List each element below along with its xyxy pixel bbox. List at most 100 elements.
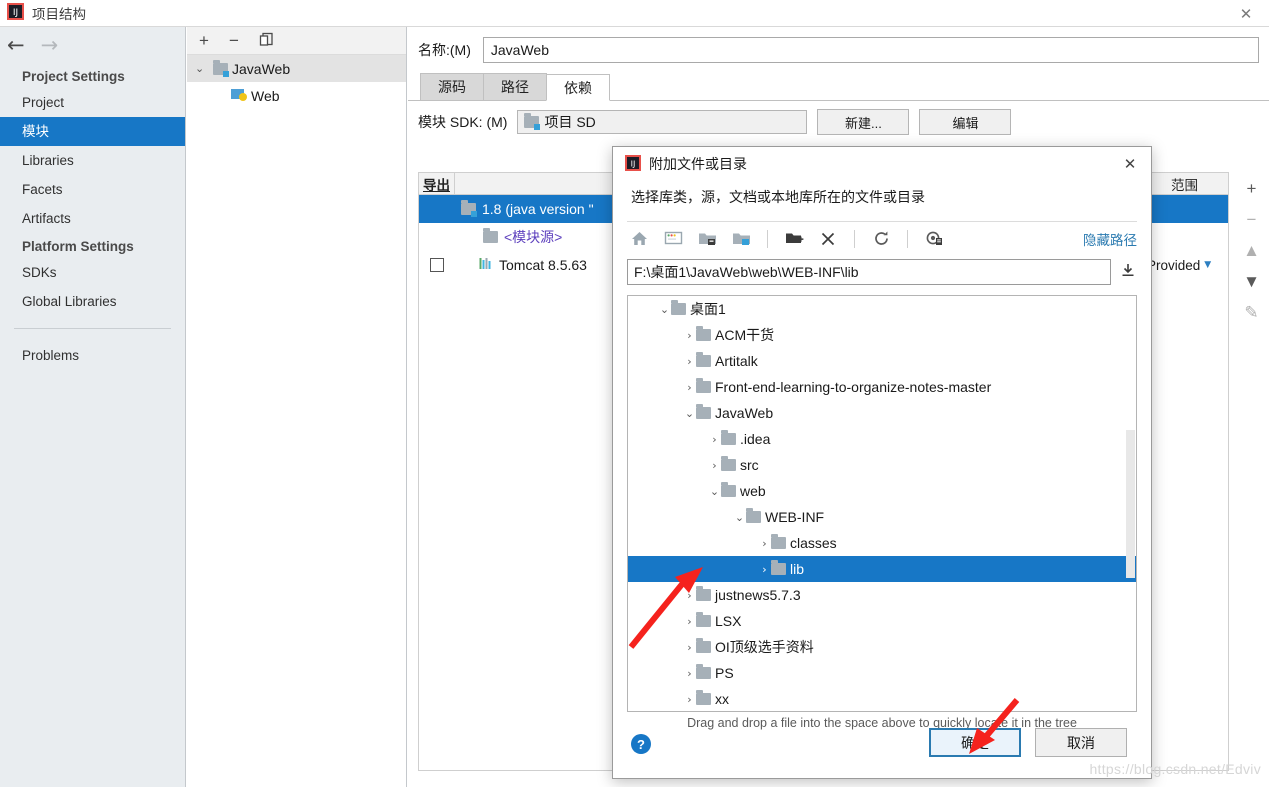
module-folder-icon bbox=[213, 59, 229, 77]
export-checkbox-cell[interactable] bbox=[419, 258, 455, 272]
tree-row-desktop1[interactable]: ⌄ 桌面1 bbox=[628, 296, 1136, 322]
copy-module-icon[interactable] bbox=[259, 32, 274, 50]
tree-row-javaweb[interactable]: ⌄ JavaWeb bbox=[628, 400, 1136, 426]
new-sdk-button[interactable]: 新建... bbox=[817, 109, 910, 135]
folder-icon bbox=[696, 404, 711, 419]
column-header-scope[interactable]: 范围 bbox=[1141, 173, 1228, 194]
desktop-icon[interactable] bbox=[661, 227, 685, 251]
tree-row-frontend-notes[interactable]: › Front-end-learning-to-organize-notes-m… bbox=[628, 374, 1136, 400]
sdk-folder-icon bbox=[524, 113, 541, 130]
tab-sources[interactable]: 源码 bbox=[420, 73, 484, 100]
chevron-right-icon[interactable]: › bbox=[708, 433, 721, 446]
intellij-idea-icon: IJ bbox=[625, 154, 641, 174]
tree-row-idea[interactable]: › .idea bbox=[628, 426, 1136, 452]
forward-arrow-icon[interactable]: → bbox=[41, 34, 59, 56]
chevron-down-icon[interactable]: ⌄ bbox=[195, 62, 213, 75]
module-sdk-value: 项目 SD bbox=[544, 114, 596, 130]
column-header-export[interactable]: 导出 bbox=[419, 173, 455, 194]
chevron-right-icon[interactable]: › bbox=[758, 537, 771, 550]
chevron-down-icon[interactable]: ⌄ bbox=[708, 485, 721, 498]
module-sdk-select[interactable]: 项目 SD bbox=[517, 110, 808, 134]
window-close-button[interactable]: ✕ bbox=[1223, 0, 1269, 27]
folder-icon bbox=[771, 534, 786, 549]
library-icon bbox=[479, 257, 493, 273]
sidebar-item-problems[interactable]: Problems bbox=[0, 341, 185, 370]
sidebar-item-facets[interactable]: Facets bbox=[0, 175, 185, 204]
dialog-titlebar: IJ 附加文件或目录 ✕ bbox=[613, 147, 1151, 181]
sidebar-item-global-libraries[interactable]: Global Libraries bbox=[0, 287, 185, 316]
folder-icon bbox=[696, 326, 711, 341]
tab-dependencies[interactable]: 依赖 bbox=[546, 74, 610, 101]
back-arrow-icon[interactable]: ← bbox=[7, 34, 25, 56]
chevron-right-icon[interactable]: › bbox=[683, 641, 696, 654]
chevron-right-icon[interactable]: › bbox=[683, 381, 696, 394]
ok-button[interactable]: 确定 bbox=[929, 728, 1021, 757]
dependency-scope-cell[interactable]: Provided ▼ bbox=[1141, 258, 1228, 273]
tab-paths[interactable]: 路径 bbox=[483, 73, 547, 100]
module-tree-row-javaweb[interactable]: ⌄ JavaWeb bbox=[187, 55, 406, 82]
sidebar-item-artifacts[interactable]: Artifacts bbox=[0, 204, 185, 233]
chevron-right-icon[interactable]: › bbox=[683, 329, 696, 342]
hide-path-link[interactable]: 隐藏路径 bbox=[1083, 229, 1137, 249]
tree-row-artitalk[interactable]: › Artitalk bbox=[628, 348, 1136, 374]
chevron-right-icon[interactable]: › bbox=[683, 615, 696, 628]
module-tree-row-web[interactable]: Web bbox=[187, 82, 406, 109]
export-checkbox[interactable] bbox=[430, 258, 444, 272]
web-facet-icon bbox=[231, 87, 247, 104]
tree-row-oi-materials[interactable]: › OI顶级选手资料 bbox=[628, 634, 1136, 660]
add-dependency-button[interactable]: + bbox=[1247, 180, 1257, 197]
new-folder-icon[interactable] bbox=[782, 227, 806, 251]
tree-row-acm[interactable]: › ACM干货 bbox=[628, 322, 1136, 348]
chevron-right-icon[interactable]: › bbox=[758, 563, 771, 576]
chevron-down-icon[interactable]: ⌄ bbox=[658, 303, 671, 316]
folder-icon bbox=[721, 482, 736, 497]
chevron-down-icon[interactable]: ▼ bbox=[1204, 260, 1211, 270]
tree-row-justnews[interactable]: › justnews5.7.3 bbox=[628, 582, 1136, 608]
tree-row-classes[interactable]: › classes bbox=[628, 530, 1136, 556]
tree-row-label: 桌面1 bbox=[690, 301, 726, 317]
drive-folder-icon[interactable] bbox=[695, 227, 719, 251]
help-icon[interactable]: ? bbox=[631, 734, 651, 754]
chevron-down-icon[interactable]: ⌄ bbox=[683, 407, 696, 420]
show-hidden-icon[interactable] bbox=[922, 227, 946, 251]
sidebar-item-modules[interactable]: 模块 bbox=[0, 117, 185, 146]
add-module-button[interactable]: + bbox=[199, 32, 209, 49]
project-structure-window: IJ 项目结构 ✕ ← → Project Settings Project 模… bbox=[0, 0, 1269, 787]
tree-row-label: JavaWeb bbox=[715, 405, 774, 421]
module-name-input[interactable]: JavaWeb bbox=[482, 37, 1259, 63]
dialog-close-button[interactable]: ✕ bbox=[1109, 147, 1151, 181]
chevron-right-icon[interactable]: › bbox=[683, 693, 696, 706]
path-input[interactable]: F:\桌面1\JavaWeb\web\WEB-INF\lib bbox=[627, 259, 1111, 285]
file-tree[interactable]: ⌄ 桌面1 › ACM干货 › Artitalk › Front-end-lea… bbox=[627, 295, 1137, 712]
move-up-button[interactable]: ▲ bbox=[1243, 242, 1260, 259]
edit-sdk-button[interactable]: 编辑 bbox=[919, 109, 1012, 135]
chevron-right-icon[interactable]: › bbox=[683, 355, 696, 368]
refresh-icon[interactable] bbox=[869, 227, 893, 251]
tree-row-web-inf[interactable]: ⌄ WEB-INF bbox=[628, 504, 1136, 530]
remove-dependency-button[interactable]: − bbox=[1247, 211, 1257, 228]
tree-row-ps[interactable]: › PS bbox=[628, 660, 1136, 686]
chevron-right-icon[interactable]: › bbox=[683, 667, 696, 680]
remove-module-button[interactable]: − bbox=[229, 32, 239, 49]
cancel-button[interactable]: 取消 bbox=[1035, 728, 1127, 757]
sidebar-item-project[interactable]: Project bbox=[0, 88, 185, 117]
tree-row-lib[interactable]: › lib bbox=[628, 556, 1136, 582]
file-tree-scrollbar[interactable] bbox=[1126, 430, 1135, 578]
collapse-icon[interactable] bbox=[1119, 262, 1137, 283]
module-folder-icon[interactable] bbox=[729, 227, 753, 251]
tree-row-src[interactable]: › src bbox=[628, 452, 1136, 478]
tree-row-lsx[interactable]: › LSX bbox=[628, 608, 1136, 634]
sidebar-item-sdks[interactable]: SDKs bbox=[0, 258, 185, 287]
tree-row-xx[interactable]: › xx bbox=[628, 686, 1136, 711]
sidebar-item-libraries[interactable]: Libraries bbox=[0, 146, 185, 175]
delete-icon[interactable] bbox=[816, 227, 840, 251]
chevron-right-icon[interactable]: › bbox=[708, 459, 721, 472]
tree-row-web[interactable]: ⌄ web bbox=[628, 478, 1136, 504]
chevron-right-icon[interactable]: › bbox=[683, 589, 696, 602]
tree-row-label: Front-end-learning-to-organize-notes-mas… bbox=[715, 379, 992, 395]
home-icon[interactable] bbox=[627, 227, 651, 251]
edit-dependency-button[interactable]: ✎ bbox=[1244, 304, 1258, 321]
move-down-button[interactable]: ▼ bbox=[1243, 273, 1260, 290]
sdk-folder-icon bbox=[461, 200, 477, 217]
chevron-down-icon[interactable]: ⌄ bbox=[733, 511, 746, 524]
